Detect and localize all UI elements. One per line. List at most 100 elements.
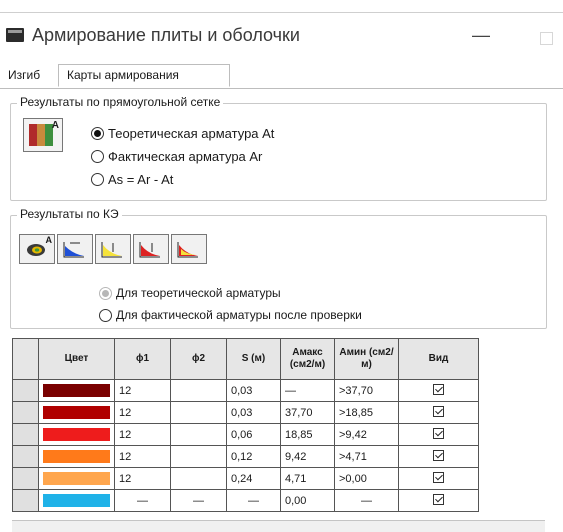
amin-cell[interactable]: >4,71 <box>334 445 399 468</box>
fe-map-icon[interactable]: A <box>19 234 55 264</box>
radio-theoretical-indicator[interactable] <box>91 127 104 140</box>
color-swatch-cell[interactable] <box>38 467 115 490</box>
diameter-2-cell[interactable] <box>170 379 227 402</box>
visibility-checkbox[interactable] <box>433 383 444 395</box>
tab-strip: Изгиб Карты армирования <box>0 64 563 89</box>
amax-cell[interactable]: 18,85 <box>280 423 335 446</box>
diameter-2-cell[interactable] <box>170 445 227 468</box>
table-row[interactable]: 12 0,03 37,70 >18,85 <box>12 401 479 424</box>
view-checkbox-cell[interactable] <box>398 467 479 490</box>
visibility-checkbox[interactable] <box>433 493 444 505</box>
radio-difference-indicator[interactable] <box>91 173 104 186</box>
visibility-checkbox[interactable] <box>433 405 444 417</box>
diameter-2-cell[interactable] <box>170 423 227 446</box>
fe-diagram-2-icon[interactable] <box>95 234 131 264</box>
row-header[interactable] <box>12 467 39 490</box>
row-header[interactable] <box>12 423 39 446</box>
radio-theoretical[interactable]: Теоретическая арматура At <box>91 126 274 141</box>
diameter-1-cell[interactable]: 12 <box>114 401 171 424</box>
diameter-2-cell[interactable] <box>170 467 227 490</box>
color-swatch-cell[interactable] <box>38 401 115 424</box>
table-row[interactable]: 12 0,12 9,42 >4,71 <box>12 445 479 468</box>
color-swatch[interactable] <box>43 494 110 507</box>
row-header[interactable] <box>12 401 39 424</box>
amin-cell[interactable]: >18,85 <box>334 401 399 424</box>
radio-fe-actual-indicator[interactable] <box>99 308 112 322</box>
diameter-1-cell[interactable]: 12 <box>114 379 171 402</box>
radio-fe-actual[interactable]: Для фактической арматуры после проверки <box>99 308 362 322</box>
table-row[interactable]: 12 0,03— >37,70 <box>12 379 479 402</box>
visibility-checkbox[interactable] <box>433 427 444 439</box>
diameter-1-cell[interactable]: — <box>114 489 171 512</box>
spacing-cell[interactable]: — <box>226 489 281 512</box>
fe-diagram-icon[interactable] <box>57 234 93 264</box>
fe-diagram-3-icon[interactable] <box>133 234 169 264</box>
amax-cell[interactable]: 0,00 <box>280 489 335 512</box>
fe-diagram-4-icon[interactable] <box>171 234 207 264</box>
reinforcement-table: Цвет ϕ1 ϕ2 S (м) Амакс (см2/м) Амин (см2… <box>12 338 479 512</box>
col-spacing: S (м) <box>226 338 281 380</box>
radio-actual[interactable]: Фактическая арматура Ar <box>91 149 262 164</box>
amax-cell[interactable]: 4,71 <box>280 467 335 490</box>
tab-reinforcement-maps[interactable]: Карты армирования <box>58 64 230 87</box>
color-swatch[interactable] <box>43 472 110 485</box>
color-swatch-cell[interactable] <box>38 379 115 402</box>
row-header[interactable] <box>12 489 39 512</box>
radio-fe-theoretical[interactable]: Для теоретической арматуры <box>99 286 281 300</box>
maximize-button[interactable] <box>540 32 553 45</box>
visibility-checkbox[interactable] <box>433 471 444 483</box>
view-checkbox-cell[interactable] <box>398 445 479 468</box>
spacing-cell[interactable]: 0,12 <box>226 445 281 468</box>
amin-cell[interactable]: >37,70 <box>334 379 399 402</box>
color-swatch-cell[interactable] <box>38 423 115 446</box>
diameter-2-cell[interactable] <box>170 401 227 424</box>
table-row[interactable]: 12 0,06 18,85 >9,42 <box>12 423 479 446</box>
col-view: Вид <box>398 338 479 380</box>
row-header[interactable] <box>12 445 39 468</box>
col-diameter-2: ϕ2 <box>170 338 227 380</box>
color-swatch-cell[interactable] <box>38 445 115 468</box>
table-row[interactable]: 12 0,24 4,71 >0,00 <box>12 467 479 490</box>
radio-difference[interactable]: As = Ar - At <box>91 172 173 187</box>
spacing-cell[interactable]: 0,03 <box>226 379 281 402</box>
diameter-1-cell[interactable]: 12 <box>114 445 171 468</box>
view-checkbox-cell[interactable] <box>398 379 479 402</box>
tab-bending[interactable]: Изгиб <box>8 68 40 82</box>
minimize-button[interactable]: — <box>472 25 490 46</box>
color-swatch[interactable] <box>43 384 110 397</box>
fe-results-title: Результаты по КЭ <box>17 207 122 221</box>
visibility-checkbox[interactable] <box>433 449 444 461</box>
amin-cell[interactable]: >0,00 <box>334 467 399 490</box>
view-checkbox-cell[interactable] <box>398 423 479 446</box>
view-checkbox-cell[interactable] <box>398 401 479 424</box>
diameter-2-cell[interactable]: — <box>170 489 227 512</box>
diameter-1-cell[interactable]: 12 <box>114 467 171 490</box>
table-row[interactable]: — — —0,00— <box>12 489 479 512</box>
col-amin: Амин (см2/м) <box>334 338 399 380</box>
grid-results-group: Результаты по прямоугольной сетке A Теор… <box>10 95 547 201</box>
color-swatch[interactable] <box>43 406 110 419</box>
row-header[interactable] <box>12 379 39 402</box>
color-swatch[interactable] <box>43 428 110 441</box>
color-swatch[interactable] <box>43 450 110 463</box>
fe-toolbar: A <box>19 234 209 264</box>
table-header-row: Цвет ϕ1 ϕ2 S (м) Амакс (см2/м) Амин (см2… <box>12 338 479 380</box>
amin-cell[interactable]: — <box>334 489 399 512</box>
amin-cell[interactable]: >9,42 <box>334 423 399 446</box>
view-checkbox-cell[interactable] <box>398 489 479 512</box>
spacing-cell[interactable]: 0,06 <box>226 423 281 446</box>
radio-fe-theoretical-indicator[interactable] <box>99 286 112 300</box>
spacing-cell[interactable]: 0,03 <box>226 401 281 424</box>
header-corner <box>12 338 39 380</box>
amax-cell[interactable]: 9,42 <box>280 445 335 468</box>
app-window-icon <box>6 28 24 42</box>
color-swatch-cell[interactable] <box>38 489 115 512</box>
spacing-cell[interactable]: 0,24 <box>226 467 281 490</box>
amax-cell[interactable]: — <box>280 379 335 402</box>
amax-cell[interactable]: 37,70 <box>280 401 335 424</box>
radio-actual-indicator[interactable] <box>91 150 104 163</box>
grid-results-icon[interactable]: A <box>23 118 63 152</box>
grid-results-title: Результаты по прямоугольной сетке <box>17 95 224 109</box>
title-bar: Армирование плиты и оболочки — <box>0 22 563 52</box>
diameter-1-cell[interactable]: 12 <box>114 423 171 446</box>
